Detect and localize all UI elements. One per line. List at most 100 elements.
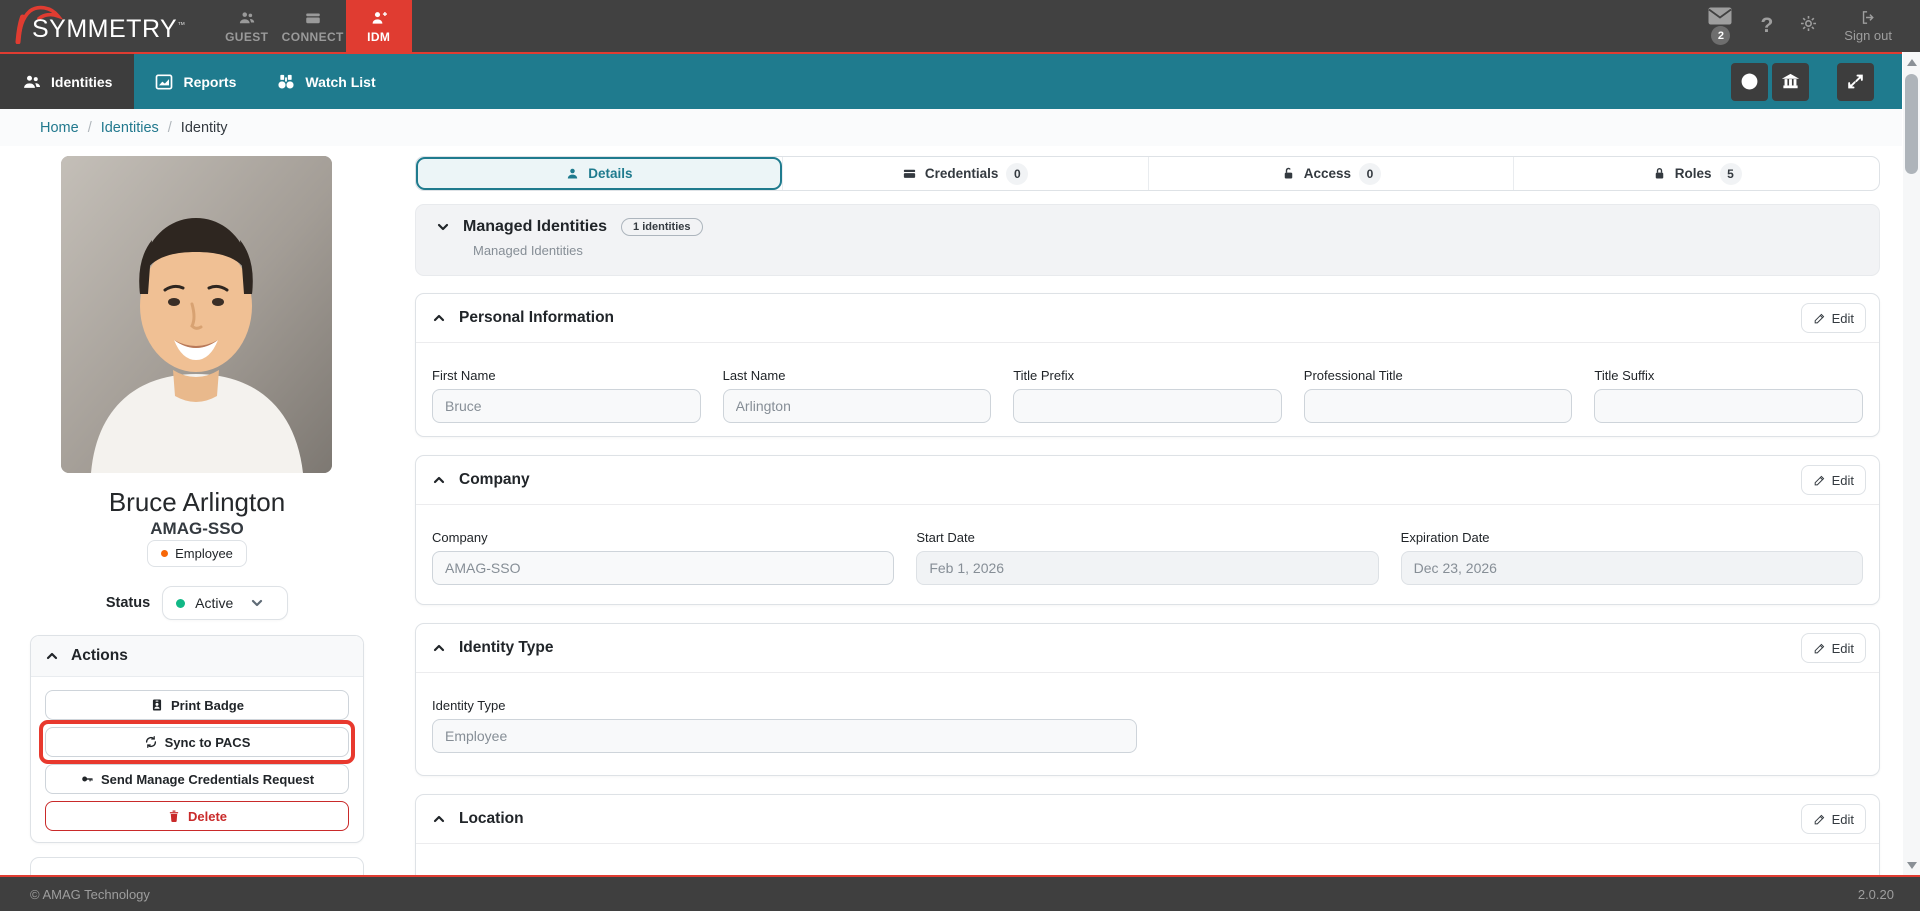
- delete-button[interactable]: Delete: [45, 801, 349, 831]
- bank-icon: [1781, 73, 1800, 89]
- personal-information-panel: Personal Information Edit First Name Las…: [415, 293, 1880, 437]
- edit-label: Edit: [1831, 640, 1854, 656]
- last-name-input[interactable]: [722, 389, 992, 423]
- scroll-down-arrow[interactable]: [1903, 857, 1920, 873]
- title-prefix-input[interactable]: [1013, 389, 1282, 423]
- scroll-up-arrow[interactable]: [1903, 54, 1920, 70]
- edit-label: Edit: [1831, 310, 1854, 326]
- app-tab-label: IDM: [367, 29, 391, 44]
- identity-type-badge: Employee: [147, 540, 247, 567]
- actions-panel: Actions Print Badge Sync to PACS Send Ma…: [30, 635, 364, 843]
- edit-identity-type-button[interactable]: Edit: [1800, 633, 1866, 663]
- start-date-input[interactable]: [916, 551, 1379, 585]
- field-label: Expiration Date: [1400, 530, 1490, 545]
- card-icon: [903, 169, 915, 178]
- key-icon: [82, 776, 93, 782]
- section-title: Identity Type: [459, 639, 554, 656]
- trademark: ™: [177, 20, 186, 30]
- chevron-up-icon[interactable]: [433, 312, 445, 324]
- nav-item-reports[interactable]: Reports: [134, 54, 256, 109]
- scrollbar-thumb[interactable]: [1905, 74, 1918, 174]
- breadcrumb-separator: /: [167, 119, 172, 136]
- sign-out-icon: [1862, 11, 1874, 24]
- chevron-up-icon[interactable]: [433, 813, 445, 825]
- notifications-button[interactable]: 2: [1708, 7, 1734, 45]
- identity-type-panel: Identity Type Edit Identity Type: [415, 623, 1880, 776]
- tab-roles[interactable]: Roles 5: [1513, 157, 1879, 190]
- help-button[interactable]: ?: [1760, 14, 1773, 38]
- sync-to-pacs-button[interactable]: Sync to PACS: [45, 727, 349, 757]
- sign-out-label: Sign out: [1844, 28, 1892, 43]
- section-title: Location: [459, 810, 524, 827]
- field-label: Professional Title: [1303, 368, 1403, 383]
- managed-identities-title: Managed Identities: [463, 218, 608, 235]
- app-tab-connect[interactable]: CONNECT: [280, 0, 346, 52]
- tab-credentials[interactable]: Credentials 0: [781, 157, 1148, 190]
- field-last-name: Last Name: [722, 368, 992, 423]
- brand-name: SYMMETRY™: [32, 15, 186, 43]
- tab-label: Details: [588, 166, 633, 181]
- chevron-up-icon[interactable]: [433, 474, 445, 486]
- edit-company-button[interactable]: Edit: [1800, 465, 1866, 495]
- status-dropdown[interactable]: Active: [162, 586, 289, 620]
- identity-company: AMAG-SSO: [150, 519, 244, 538]
- user-plus-icon: [372, 11, 387, 24]
- section-title: Personal Information: [459, 309, 615, 326]
- app-tab-guest[interactable]: GUEST: [214, 0, 280, 52]
- app-tab-label: CONNECT: [281, 29, 344, 44]
- users-icon: [239, 11, 254, 23]
- status-label: Status: [105, 595, 151, 611]
- sign-out-button[interactable]: Sign out: [1844, 9, 1892, 43]
- trash-icon: [169, 810, 179, 822]
- first-name-input[interactable]: [432, 389, 701, 423]
- app-tab-idm[interactable]: IDM: [345, 0, 412, 52]
- expiration-date-input[interactable]: [1400, 551, 1863, 585]
- chevron-up-icon[interactable]: [433, 642, 445, 654]
- breadcrumb-separator: /: [87, 119, 92, 136]
- refresh-icon: [145, 736, 156, 748]
- globe-icon: [1741, 73, 1758, 90]
- nav-item-identities[interactable]: Identities: [0, 54, 135, 109]
- identity-type-input[interactable]: [432, 719, 1137, 753]
- employee-dot-icon: [161, 550, 169, 557]
- card-icon: [305, 13, 320, 23]
- chevron-up-icon: [46, 652, 58, 660]
- identity-type-badge-wrap: Employee: [31, 540, 363, 567]
- chevron-down-icon[interactable]: [437, 221, 449, 233]
- tab-count-badge: 0: [1359, 162, 1382, 185]
- edit-location-button[interactable]: Edit: [1800, 804, 1866, 834]
- company-input[interactable]: [432, 551, 895, 585]
- vertical-scrollbar[interactable]: [1903, 52, 1920, 875]
- professional-title-input[interactable]: [1303, 389, 1573, 423]
- action-label: Print Badge: [171, 697, 244, 713]
- actions-header[interactable]: Actions: [31, 636, 363, 677]
- edit-personal-button[interactable]: Edit: [1800, 303, 1866, 333]
- settings-button[interactable]: [1799, 14, 1818, 38]
- header-utilities: 2 ? Sign out: [1708, 7, 1920, 45]
- actions-body: Print Badge Sync to PACS Send Manage Cre…: [31, 677, 363, 841]
- portrait-image: [61, 156, 332, 473]
- profile-photo: [61, 156, 332, 473]
- fullscreen-button[interactable]: [1837, 62, 1874, 101]
- print-badge-button[interactable]: Print Badge: [45, 690, 349, 720]
- footer: © AMAG Technology 2.0.20: [0, 875, 1920, 911]
- edit-label: Edit: [1831, 811, 1854, 827]
- breadcrumb-home[interactable]: Home: [40, 120, 79, 136]
- nav-item-watch-list[interactable]: Watch List: [256, 54, 395, 109]
- send-manage-credentials-button[interactable]: Send Manage Credentials Request: [45, 764, 349, 794]
- tab-access[interactable]: Access 0: [1147, 157, 1514, 190]
- breadcrumb-identities[interactable]: Identities: [101, 120, 159, 136]
- field-label: First Name: [432, 368, 496, 383]
- tab-label: Access: [1303, 166, 1352, 181]
- status-value: Active: [195, 595, 234, 611]
- breadcrumb: Home / Identities / Identity: [0, 109, 1902, 146]
- field-first-name: First Name: [432, 368, 701, 423]
- field-title-prefix: Title Prefix: [1013, 368, 1282, 423]
- field-start-date: Start Date: [916, 530, 1379, 585]
- title-suffix-input[interactable]: [1594, 389, 1863, 423]
- language-button[interactable]: [1731, 62, 1768, 101]
- tab-details[interactable]: Details: [416, 157, 782, 190]
- breadcrumb-current: Identity: [180, 119, 228, 136]
- organization-button[interactable]: [1772, 62, 1809, 101]
- expand-icon: [1848, 74, 1863, 89]
